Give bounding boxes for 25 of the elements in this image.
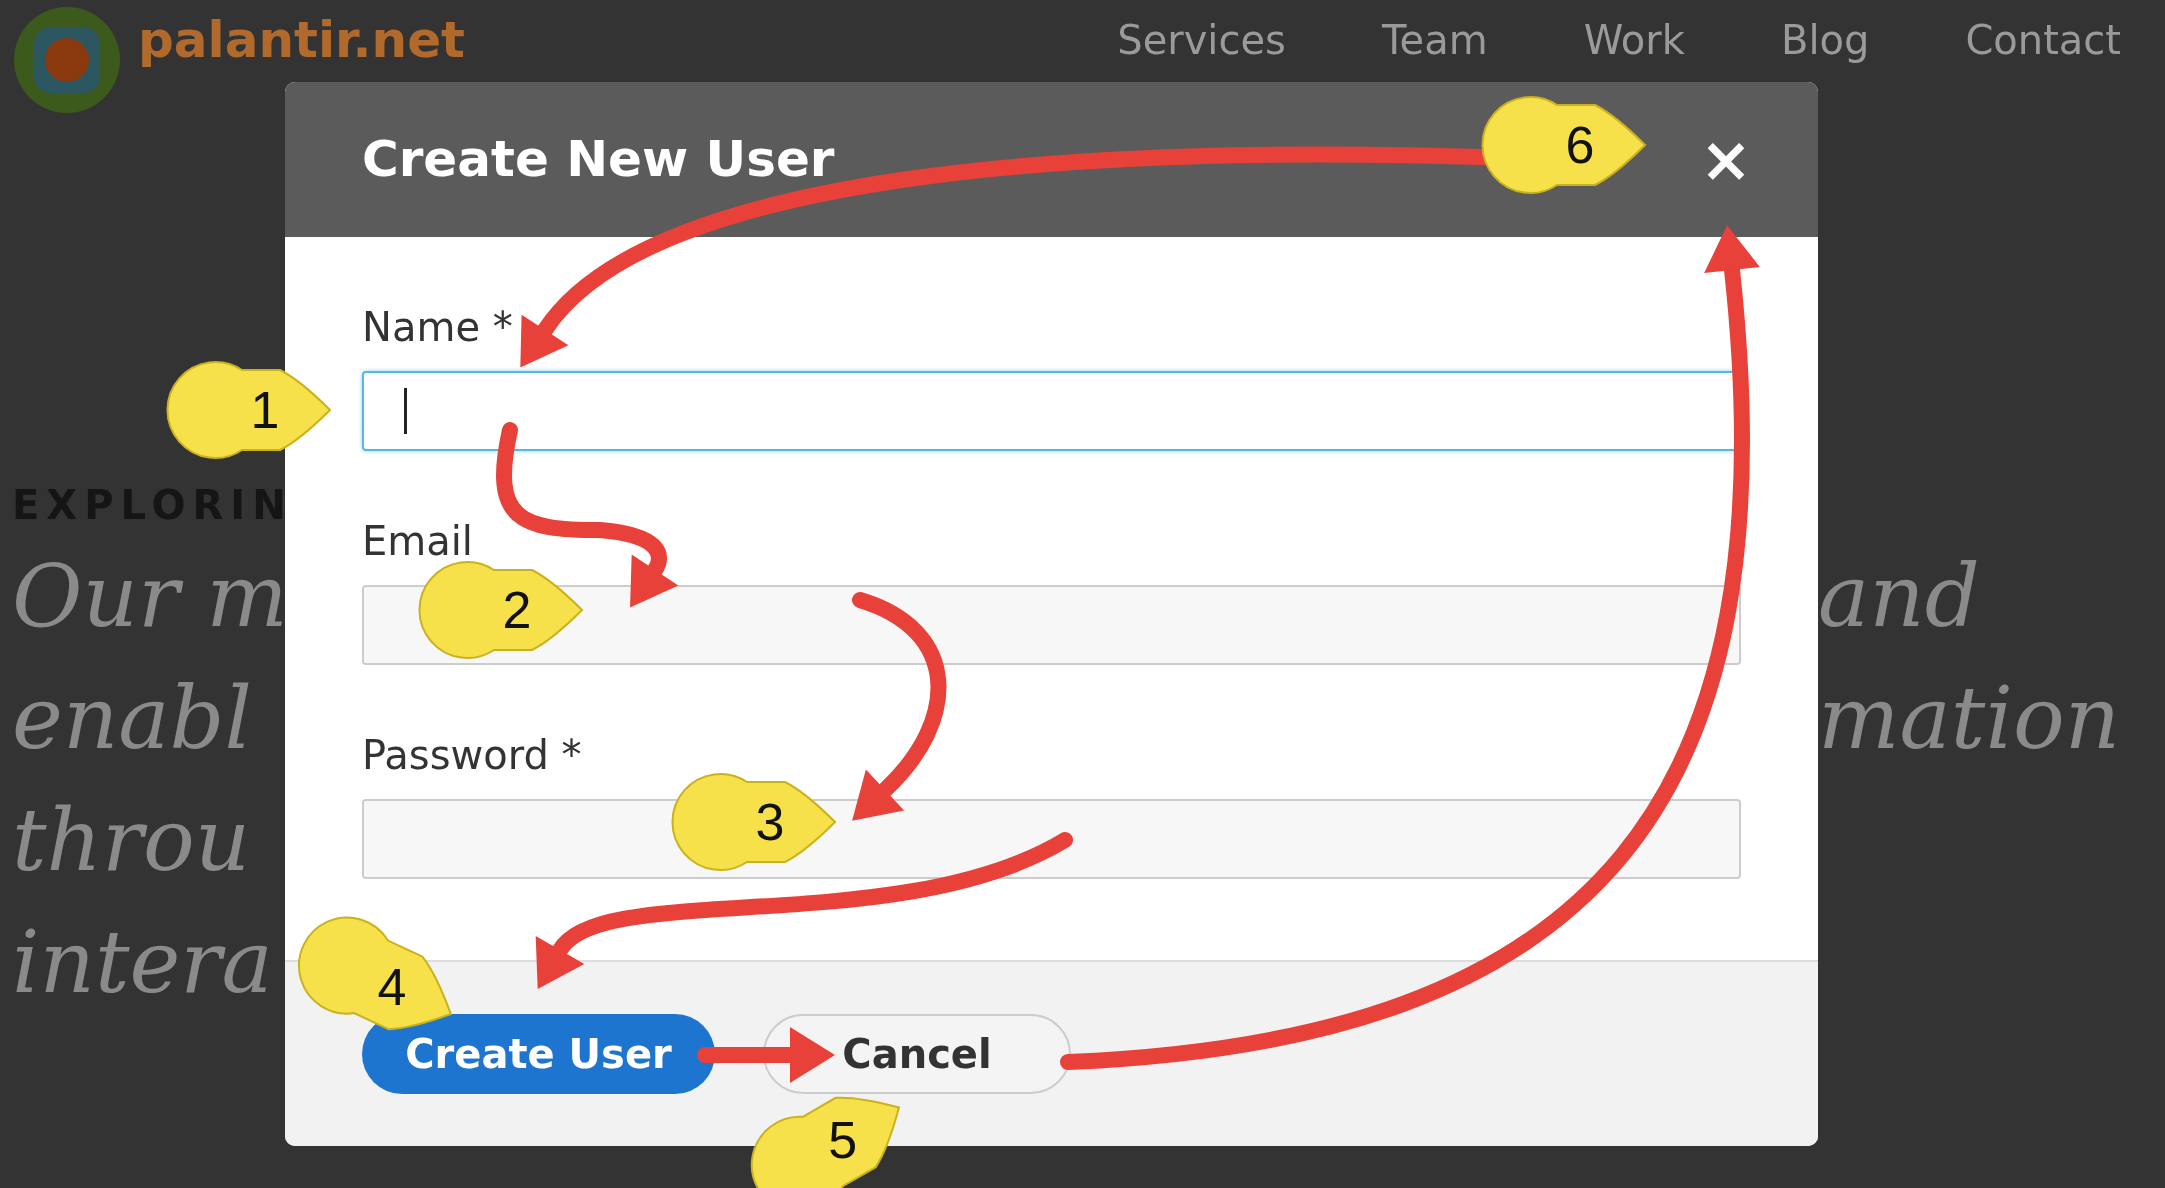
create-user-button[interactable]: Create User	[362, 1014, 715, 1094]
close-button[interactable]: ×	[1694, 128, 1758, 191]
step-callout: 1	[166, 361, 331, 459]
intro-text: Our m	[12, 545, 288, 648]
field-label: Name *	[362, 303, 513, 352]
step-callout: 4	[298, 916, 452, 1031]
intro-text: enabl	[12, 667, 254, 770]
step-callout: 5	[750, 1096, 900, 1188]
modal-title: Create New User	[362, 129, 835, 190]
nav-link[interactable]: Work	[1559, 10, 1709, 70]
intro-text: mation	[1818, 667, 2122, 770]
nav-link[interactable]: Services	[1093, 10, 1310, 70]
intro-text: intera	[12, 911, 274, 1014]
intro-text: and	[1818, 545, 1981, 648]
text-cursor	[404, 388, 407, 434]
nav-link[interactable]: Contact	[1941, 10, 2145, 70]
step-callout: 6	[1481, 96, 1646, 194]
field-label: Password *	[362, 731, 582, 780]
intro-text: throu	[12, 789, 252, 892]
logo-text[interactable]: palantir.net	[138, 2, 465, 78]
nav-link[interactable]: Team	[1357, 10, 1512, 70]
step-callout: 2	[418, 561, 583, 659]
cancel-button[interactable]: Cancel	[763, 1014, 1071, 1094]
nav-link[interactable]: Blog	[1756, 10, 1894, 70]
step-callout: 3	[671, 773, 836, 871]
